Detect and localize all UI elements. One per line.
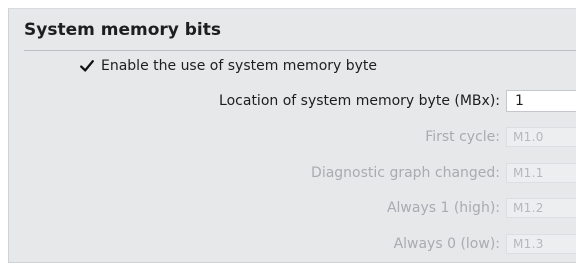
diagnostic-graph-changed-label: Diagnostic graph changed: bbox=[311, 165, 500, 181]
location-label: Location of system memory byte (MBx): bbox=[219, 93, 500, 109]
first-cycle-row: First cycle: bbox=[425, 126, 500, 148]
enable-system-memory-byte-checkbox[interactable]: Enable the use of system memory byte bbox=[78, 55, 377, 77]
system-memory-bits-panel: System memory bits Enable the use of sys… bbox=[8, 8, 576, 263]
diagnostic-graph-changed-row: Diagnostic graph changed: bbox=[311, 162, 500, 184]
always-0-label: Always 0 (low): bbox=[393, 236, 500, 252]
section-title: System memory bits bbox=[24, 20, 221, 40]
always-1-label: Always 1 (high): bbox=[386, 200, 500, 216]
always-1-row: Always 1 (high): bbox=[387, 197, 500, 219]
checkmark-icon[interactable] bbox=[78, 57, 96, 75]
always-0-row: Always 0 (low): bbox=[394, 233, 500, 255]
location-row: Location of system memory byte (MBx): bbox=[219, 90, 500, 112]
diagnostic-graph-changed-value: M1.1 bbox=[506, 163, 576, 183]
always-0-value: M1.3 bbox=[506, 234, 576, 254]
location-input[interactable] bbox=[506, 90, 576, 112]
first-cycle-value: M1.0 bbox=[506, 127, 576, 147]
enable-system-memory-byte-label: Enable the use of system memory byte bbox=[101, 58, 378, 74]
always-1-value: M1.2 bbox=[506, 198, 576, 218]
section-divider bbox=[24, 50, 576, 51]
first-cycle-label: First cycle: bbox=[425, 129, 500, 145]
